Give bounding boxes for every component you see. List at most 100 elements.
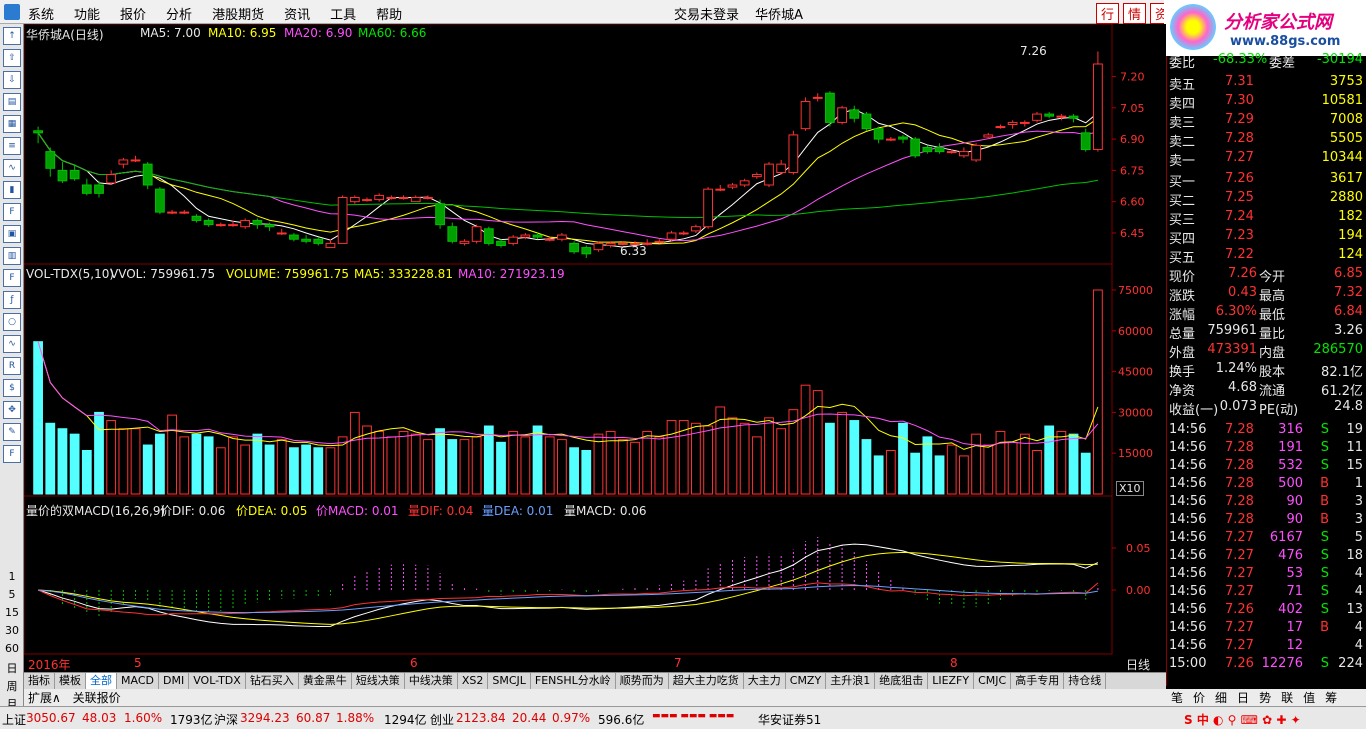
tick-row-3[interactable]: 14:56 7.28 500 B 1: [1167, 476, 1366, 494]
indicator-tab-5[interactable]: VOL-TDX: [189, 673, 246, 689]
menu-item-1[interactable]: 功能: [74, 4, 100, 23]
related-quote-button[interactable]: 关联报价: [69, 691, 125, 705]
indicator-tab-1[interactable]: 模板: [55, 673, 86, 689]
indicator-tab-13[interactable]: 顺势而为: [616, 673, 669, 689]
indicator-tab-4[interactable]: DMI: [159, 673, 190, 689]
tick-row-13[interactable]: 15:00 7.26 12276 S 224: [1167, 656, 1366, 674]
buy-level-1[interactable]: 买二 7.25 2880: [1167, 190, 1366, 209]
rsi-icon[interactable]: R: [3, 357, 21, 375]
circle-icon[interactable]: ○: [3, 313, 21, 331]
report-icon[interactable]: ▥: [3, 247, 21, 265]
tab-info[interactable]: 情: [1123, 3, 1147, 24]
stat-row-1[interactable]: 涨跌 0.43 最高 7.32: [1167, 285, 1366, 304]
market-signal-icon[interactable]: ▬▬▬ ▬▬▬ ▬▬▬: [652, 711, 734, 721]
menu-item-7[interactable]: 帮助: [376, 4, 402, 23]
indicator-tab-11[interactable]: SMCJL: [488, 673, 531, 689]
menu-item-6[interactable]: 工具: [330, 4, 356, 23]
sell-level-3[interactable]: 卖二 7.28 5505: [1167, 131, 1366, 150]
indicator-tab-18[interactable]: 绝底狙击: [875, 673, 929, 689]
menu-item-0[interactable]: 系统: [28, 4, 54, 23]
indicator-tab-3[interactable]: MACD: [117, 673, 159, 689]
menu-item-3[interactable]: 分析: [166, 4, 192, 23]
dollar-icon[interactable]: $: [3, 379, 21, 397]
indicator-tab-2[interactable]: 全部: [86, 673, 117, 689]
tick-row-2[interactable]: 14:56 7.28 532 S 15: [1167, 458, 1366, 476]
kline-icon[interactable]: ▮: [3, 181, 21, 199]
indicator-tab-22[interactable]: 持仓线: [1064, 673, 1107, 689]
buy-level-0[interactable]: 买一 7.26 3617: [1167, 171, 1366, 190]
tick-row-9[interactable]: 14:56 7.27 71 S 4: [1167, 584, 1366, 602]
right-tab-5[interactable]: 联: [1276, 689, 1298, 706]
list-icon[interactable]: ≡: [3, 137, 21, 155]
right-tab-7[interactable]: 筹: [1320, 689, 1342, 706]
indicator-tab-8[interactable]: 短线决策: [352, 673, 405, 689]
tick-row-1[interactable]: 14:56 7.28 191 S 11: [1167, 440, 1366, 458]
pen-icon[interactable]: ✎: [3, 423, 21, 441]
line-chart-icon[interactable]: ∿: [3, 159, 21, 177]
menu-item-5[interactable]: 资讯: [284, 4, 310, 23]
tick-row-10[interactable]: 14:56 7.26 402 S 13: [1167, 602, 1366, 620]
right-tab-3[interactable]: 日: [1232, 689, 1254, 706]
indicator-tab-15[interactable]: 大主力: [744, 673, 786, 689]
period-label[interactable]: 日线: [1126, 656, 1150, 673]
tick-row-11[interactable]: 14:56 7.27 17 B 4: [1167, 620, 1366, 638]
tab-quote[interactable]: 行: [1096, 3, 1120, 24]
move-icon[interactable]: ✥: [3, 401, 21, 419]
right-tab-6[interactable]: 值: [1298, 689, 1320, 706]
menu-item-2[interactable]: 报价: [120, 4, 146, 23]
indicator-tab-14[interactable]: 超大主力吃货: [669, 673, 744, 689]
indicator-tab-12[interactable]: FENSHL分水岭: [531, 673, 616, 689]
kline-chart-area[interactable]: 7.20 7.05 6.90 6.75 6.60 6.45 75000 60000 45000 3…: [24, 24, 1166, 672]
right-tab-2[interactable]: 细: [1210, 689, 1232, 706]
sell-level-0[interactable]: 卖五 7.31 3753: [1167, 74, 1366, 93]
formula-icon[interactable]: ƒ: [3, 291, 21, 309]
order-ratio-row[interactable]: 委比 -68.33% 委差 -30194: [1167, 52, 1366, 71]
f5-icon[interactable]: F: [3, 445, 21, 463]
stat-row-6[interactable]: 净资 4.68 流通 61.2亿: [1167, 380, 1366, 399]
tick-row-8[interactable]: 14:56 7.27 53 S 4: [1167, 566, 1366, 584]
indicator-tab-9[interactable]: 中线决策: [405, 673, 458, 689]
buy-level-3[interactable]: 买四 7.23 194: [1167, 228, 1366, 247]
right-tab-1[interactable]: 价: [1188, 689, 1210, 706]
stat-row-4[interactable]: 外盘 473391 内盘 286570: [1167, 342, 1366, 361]
buy-level-2[interactable]: 买三 7.24 182: [1167, 209, 1366, 228]
wave-icon[interactable]: ∿: [3, 335, 21, 353]
stat-row-7[interactable]: 收益(一) 0.073 PE(动) 24.8: [1167, 399, 1366, 418]
indicator-tab-21[interactable]: 高手专用: [1011, 673, 1065, 689]
stat-row-0[interactable]: 现价 7.26 今开 6.85: [1167, 266, 1366, 285]
arrow-up-icon[interactable]: ↑: [3, 27, 21, 45]
tick-row-6[interactable]: 14:56 7.27 6167 S 5: [1167, 530, 1366, 548]
indicator-tab-6[interactable]: 钻石买入: [246, 673, 299, 689]
period-label-1[interactable]: 5: [0, 588, 24, 601]
indicator-tab-19[interactable]: LIEZFY: [928, 673, 975, 689]
period-label-4[interactable]: 60: [0, 642, 24, 655]
sell-level-1[interactable]: 卖四 7.30 10581: [1167, 93, 1366, 112]
period-label-5[interactable]: 日: [0, 660, 24, 676]
ime-icon[interactable]: S 中 ◐ ⚲ ⌨ ✿ ✚ ✦: [1184, 711, 1301, 728]
indicator-tab-16[interactable]: CMZY: [786, 673, 827, 689]
tick-row-12[interactable]: 14:56 7.27 12 4: [1167, 638, 1366, 656]
news-icon[interactable]: ▣: [3, 225, 21, 243]
indicator-tab-20[interactable]: CMJC: [974, 673, 1012, 689]
arrow-up-tool-icon[interactable]: ⇧: [3, 49, 21, 67]
period-label-2[interactable]: 15: [0, 606, 24, 619]
right-tab-0[interactable]: 笔: [1166, 689, 1188, 706]
login-status[interactable]: 交易未登录: [674, 8, 739, 23]
expand-button[interactable]: 扩展∧: [24, 691, 65, 705]
sell-level-2[interactable]: 卖三 7.29 7008: [1167, 112, 1366, 131]
period-label-6[interactable]: 周: [0, 678, 24, 694]
arrow-down-icon[interactable]: ⇩: [3, 71, 21, 89]
tick-row-5[interactable]: 14:56 7.28 90 B 3: [1167, 512, 1366, 530]
f10-icon[interactable]: F: [3, 203, 21, 221]
table-icon[interactable]: ▦: [3, 115, 21, 133]
indicator-tab-17[interactable]: 主升浪1: [826, 673, 876, 689]
chart-icon[interactable]: ▤: [3, 93, 21, 111]
period-label-0[interactable]: 1: [0, 570, 24, 583]
right-tab-4[interactable]: 势: [1254, 689, 1276, 706]
stat-row-3[interactable]: 总量 759961 量比 3.26: [1167, 323, 1366, 342]
stat-row-5[interactable]: 换手 1.24% 股本 82.1亿: [1167, 361, 1366, 380]
tick-row-7[interactable]: 14:56 7.27 476 S 18: [1167, 548, 1366, 566]
stat-row-2[interactable]: 涨幅 6.30% 最低 6.84: [1167, 304, 1366, 323]
tick-row-0[interactable]: 14:56 7.28 316 S 19: [1167, 422, 1366, 440]
sell-level-4[interactable]: 卖一 7.27 10344: [1167, 150, 1366, 169]
